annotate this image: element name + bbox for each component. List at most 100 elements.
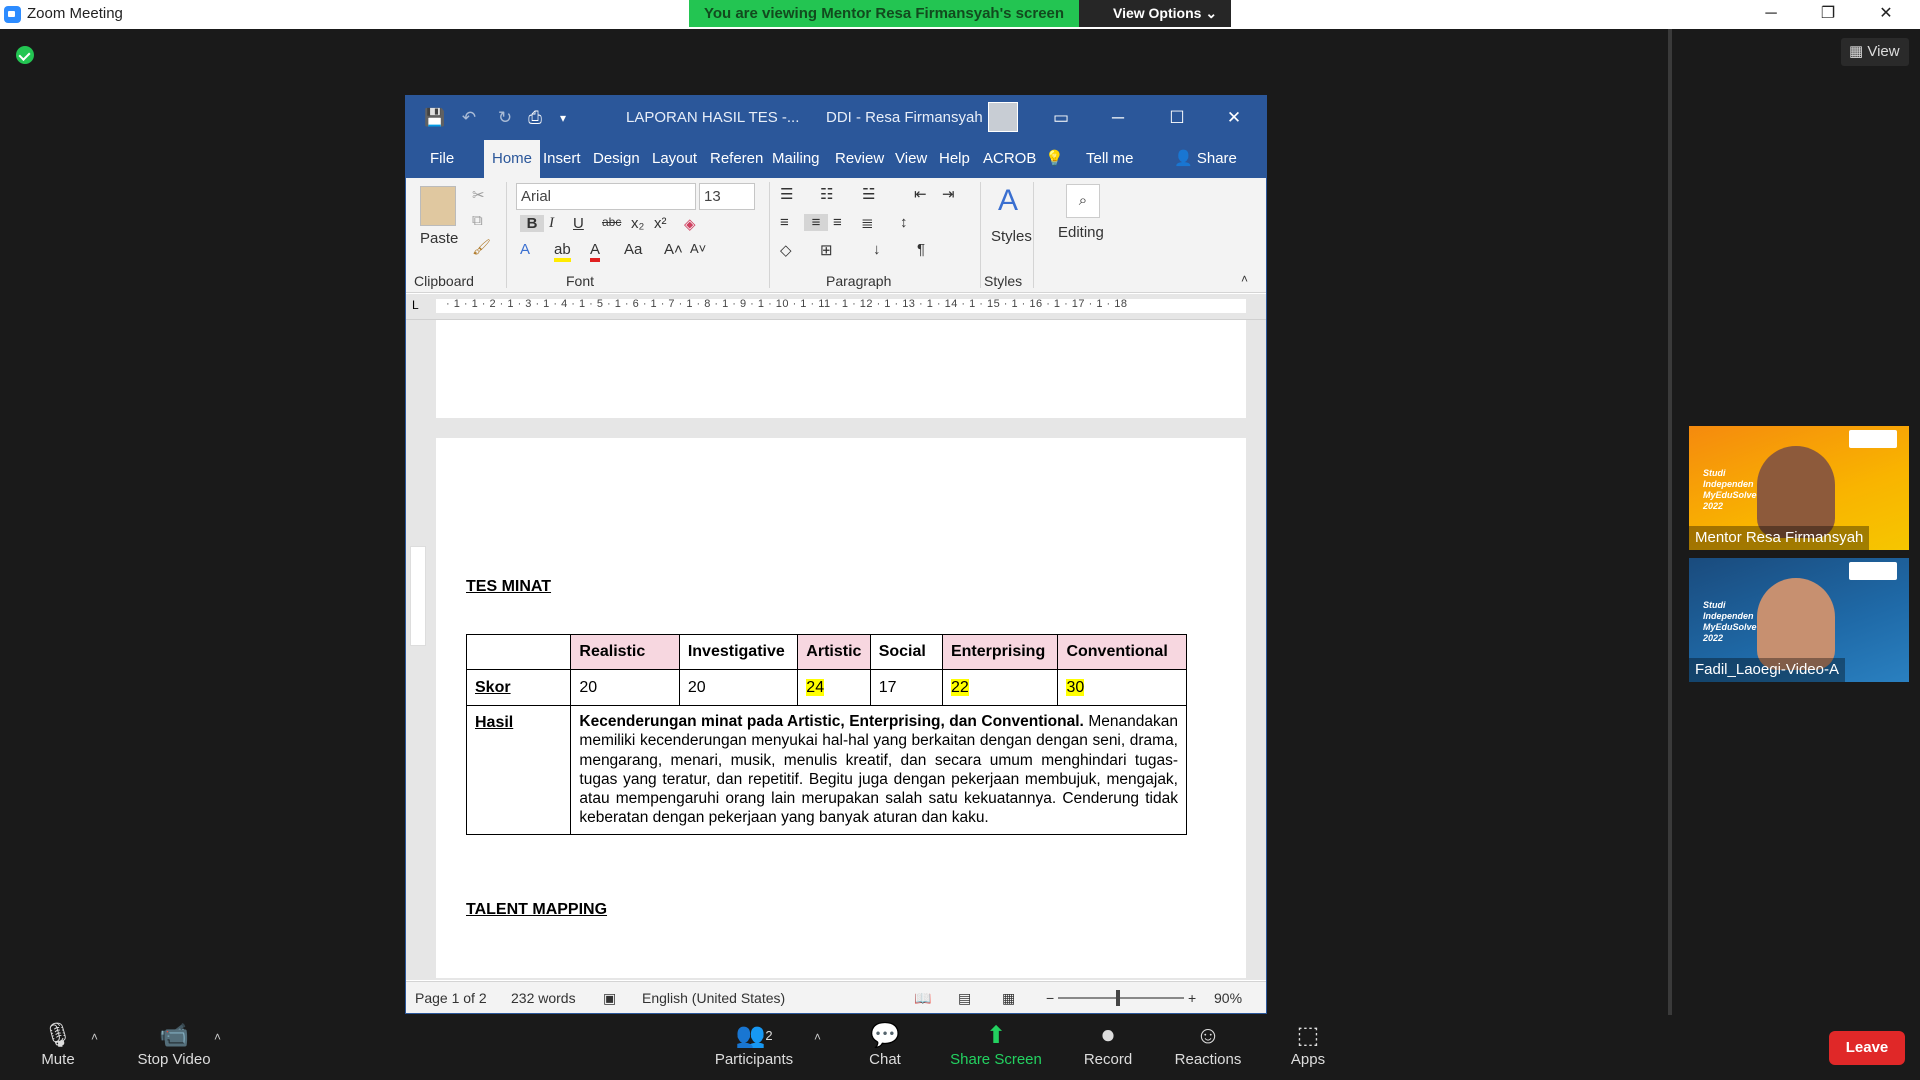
- sort-icon[interactable]: ↓: [873, 241, 881, 258]
- participants-button[interactable]: 👥2 Participants: [709, 1015, 799, 1080]
- zoom-out-icon[interactable]: −: [1046, 990, 1054, 1006]
- line-spacing-icon[interactable]: ↕: [900, 214, 908, 231]
- borders-icon[interactable]: ⊞: [820, 241, 833, 259]
- text-effects-icon[interactable]: A: [520, 241, 530, 258]
- participant-tile[interactable]: Studi Independen MyEduSolve 2022 Mentor …: [1689, 426, 1909, 550]
- word-minimize-icon[interactable]: ─: [1107, 107, 1129, 129]
- close-button[interactable]: ✕: [1858, 0, 1914, 29]
- tab-design[interactable]: Design: [593, 140, 640, 178]
- editing-button[interactable]: Editing: [1058, 224, 1104, 241]
- align-center-icon[interactable]: ≡: [804, 214, 828, 231]
- zoom-level[interactable]: 90%: [1214, 990, 1242, 1006]
- undo-icon[interactable]: ↶: [458, 107, 480, 129]
- underline-icon[interactable]: U: [573, 215, 584, 232]
- collapse-ribbon-icon[interactable]: ˄: [1241, 272, 1248, 286]
- font-name-box[interactable]: Arial: [516, 183, 696, 210]
- reactions-button[interactable]: ☺ Reactions: [1163, 1015, 1253, 1080]
- tab-review[interactable]: Review: [835, 140, 884, 178]
- user-avatar[interactable]: [988, 102, 1018, 132]
- change-case-icon[interactable]: Aa: [624, 241, 642, 258]
- redo-icon[interactable]: ↻: [494, 107, 516, 129]
- format-painter-icon[interactable]: 🖌: [472, 238, 491, 256]
- styles-icon[interactable]: A: [998, 184, 1018, 218]
- tab-insert[interactable]: Insert: [543, 140, 581, 178]
- tab-view[interactable]: View: [895, 140, 927, 178]
- chevron-up-icon[interactable]: ˄: [91, 1030, 98, 1044]
- page-count[interactable]: Page 1 of 2: [415, 990, 487, 1006]
- vertical-ruler: [410, 546, 426, 646]
- tab-references[interactable]: Referen: [710, 140, 763, 178]
- minimize-button[interactable]: ─: [1743, 0, 1799, 29]
- chevron-up-icon[interactable]: ˄: [814, 1030, 821, 1044]
- zoom-in-icon[interactable]: +: [1188, 990, 1196, 1006]
- shrink-font-icon[interactable]: A˅: [690, 241, 706, 256]
- chat-button[interactable]: 💬 Chat: [840, 1015, 930, 1080]
- customize-qat-icon[interactable]: ▾: [552, 107, 574, 129]
- clear-formatting-icon[interactable]: ◈: [684, 215, 696, 233]
- superscript-icon[interactable]: x²: [654, 215, 667, 232]
- bold-icon[interactable]: B: [520, 215, 544, 232]
- chevron-up-icon[interactable]: ˄: [214, 1030, 221, 1044]
- panel-divider[interactable]: [1668, 29, 1672, 1015]
- word-close-icon[interactable]: ✕: [1223, 107, 1245, 129]
- copy-icon[interactable]: ⧉: [472, 212, 483, 229]
- person-icon: 👤: [1174, 150, 1193, 167]
- strikethrough-icon[interactable]: abc: [602, 215, 621, 229]
- cut-icon[interactable]: ✂: [472, 186, 485, 204]
- justify-icon[interactable]: ≣: [861, 214, 874, 232]
- lightbulb-icon[interactable]: 💡: [1045, 140, 1064, 178]
- find-icon[interactable]: ⌕: [1066, 184, 1100, 218]
- tab-mailings[interactable]: Mailing: [772, 140, 820, 178]
- font-size-box[interactable]: 13: [699, 183, 755, 210]
- restore-button[interactable]: ❐: [1800, 0, 1856, 29]
- multilevel-list-icon[interactable]: ☱: [862, 185, 875, 203]
- mute-button[interactable]: 🎙 Mute: [13, 1015, 103, 1080]
- tab-home[interactable]: Home: [484, 140, 541, 178]
- styles-button[interactable]: Styles: [991, 228, 1032, 245]
- proofing-icon[interactable]: ▣: [603, 990, 616, 1007]
- word-maximize-icon[interactable]: ☐: [1166, 107, 1188, 129]
- participant-tile[interactable]: Studi Independen MyEduSolve 2022 Fadil_L…: [1689, 558, 1909, 682]
- view-options-label: View Options: [1113, 5, 1202, 21]
- paste-button[interactable]: Paste: [420, 230, 458, 247]
- tell-me-search[interactable]: Tell me: [1086, 140, 1134, 178]
- font-color-icon[interactable]: A: [590, 241, 601, 262]
- record-button[interactable]: ⏺ Record: [1063, 1015, 1153, 1080]
- tab-file[interactable]: File: [430, 140, 454, 178]
- tab-layout[interactable]: Layout: [652, 140, 697, 178]
- tab-help[interactable]: Help: [939, 140, 970, 178]
- word-count[interactable]: 232 words: [511, 990, 576, 1006]
- align-right-icon[interactable]: ≡: [833, 214, 842, 231]
- leave-button[interactable]: Leave: [1829, 1031, 1905, 1065]
- highlight-icon[interactable]: ab: [554, 241, 571, 262]
- security-shield-icon[interactable]: [16, 46, 34, 64]
- read-mode-icon[interactable]: 📖: [914, 990, 931, 1007]
- align-left-icon[interactable]: ≡: [780, 214, 789, 231]
- italic-icon[interactable]: I: [549, 215, 554, 232]
- web-layout-icon[interactable]: ▦: [1002, 990, 1015, 1007]
- print-preview-icon[interactable]: ⎙: [524, 107, 546, 129]
- show-formatting-icon[interactable]: ¶: [917, 241, 925, 258]
- subscript-icon[interactable]: x₂: [631, 215, 644, 232]
- tab-selector-icon[interactable]: L: [412, 298, 419, 312]
- print-layout-icon[interactable]: ▤: [958, 990, 971, 1007]
- view-button[interactable]: ▦ View: [1841, 38, 1909, 66]
- share-screen-icon: ⬆: [985, 1022, 1007, 1049]
- decrease-indent-icon[interactable]: ⇤: [914, 185, 927, 203]
- view-options-button[interactable]: View Options ⌄: [1079, 0, 1231, 27]
- ribbon-display-options-icon[interactable]: ▭: [1050, 107, 1072, 129]
- save-icon[interactable]: 💾: [424, 107, 446, 129]
- zoom-slider-thumb[interactable]: [1116, 990, 1120, 1006]
- grow-font-icon[interactable]: A˄: [664, 241, 683, 258]
- language-indicator[interactable]: English (United States): [642, 990, 785, 1006]
- share-button[interactable]: 👤 Share: [1174, 140, 1237, 178]
- stop-video-button[interactable]: 📹 Stop Video: [128, 1015, 220, 1080]
- shading-icon[interactable]: ◇: [780, 241, 792, 259]
- bullets-icon[interactable]: ☰: [780, 185, 793, 203]
- increase-indent-icon[interactable]: ⇥: [942, 185, 955, 203]
- apps-button[interactable]: ⬚ Apps: [1263, 1015, 1353, 1080]
- zoom-slider[interactable]: [1058, 997, 1184, 999]
- share-screen-button[interactable]: ⬆ Share Screen: [946, 1015, 1046, 1080]
- numbering-icon[interactable]: ☷: [820, 185, 833, 203]
- tab-acrobat[interactable]: ACROB: [983, 140, 1036, 178]
